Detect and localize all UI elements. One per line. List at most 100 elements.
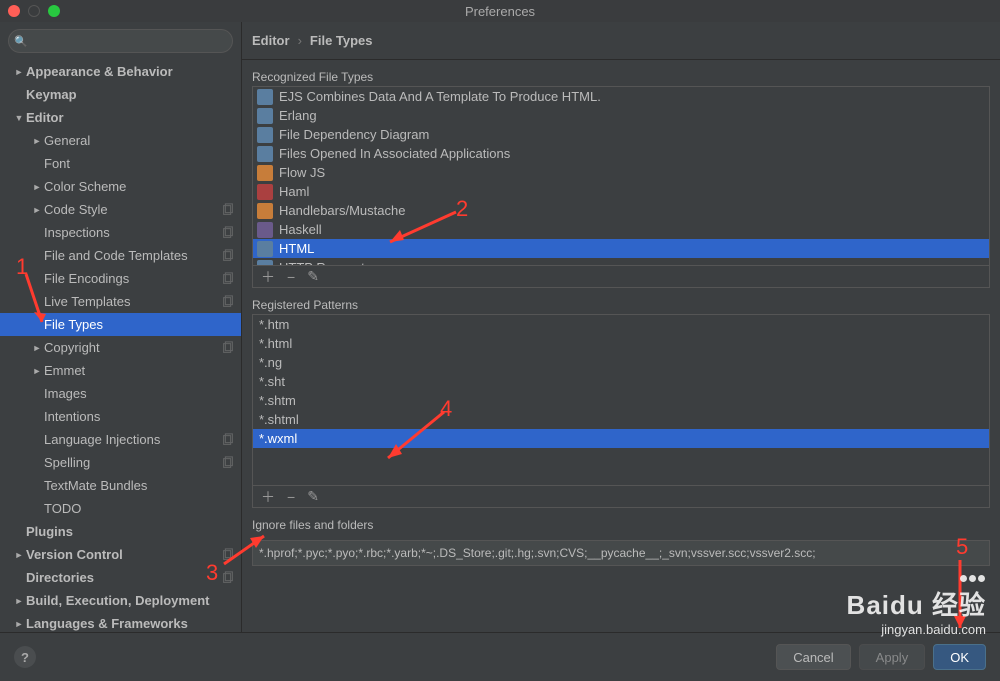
- add-filetype-button[interactable]: ＋: [261, 267, 275, 287]
- edit-filetype-button[interactable]: ✎: [307, 268, 319, 285]
- filetype-row[interactable]: EJS Combines Data And A Template To Prod…: [253, 87, 989, 106]
- sidebar: 🔍 ►Appearance & BehaviorKeymap▼Editor►Ge…: [0, 22, 242, 632]
- filetype-row[interactable]: Handlebars/Mustache: [253, 201, 989, 220]
- filetype-row[interactable]: Flow JS: [253, 163, 989, 182]
- filetype-label: Haml: [279, 184, 309, 199]
- sidebar-item-general[interactable]: ►General: [0, 129, 241, 152]
- sidebar-item-label: Intentions: [44, 409, 235, 424]
- sidebar-item-languages-frameworks[interactable]: ►Languages & Frameworks: [0, 612, 241, 632]
- filetype-row[interactable]: Files Opened In Associated Applications: [253, 144, 989, 163]
- sidebar-item-label: Color Scheme: [44, 179, 235, 194]
- pattern-label: *.shtm: [259, 393, 296, 408]
- pattern-row[interactable]: *.sht: [253, 372, 989, 391]
- filetype-icon: [257, 89, 273, 105]
- project-scope-icon: [221, 456, 235, 470]
- sidebar-item-label: Images: [44, 386, 235, 401]
- sidebar-item-editor[interactable]: ▼Editor: [0, 106, 241, 129]
- sidebar-item-label: File Encodings: [44, 271, 221, 286]
- sidebar-item-emmet[interactable]: ►Emmet: [0, 359, 241, 382]
- patterns-list[interactable]: *.htm *.html *.ng *.sht *.shtm *.shtml *.wxml: [253, 315, 989, 485]
- filetype-icon: [257, 222, 273, 238]
- add-pattern-button[interactable]: ＋: [261, 487, 275, 507]
- sidebar-item-label: Plugins: [26, 524, 235, 539]
- sidebar-item-code-style[interactable]: ►Code Style: [0, 198, 241, 221]
- search-input[interactable]: [8, 29, 233, 53]
- project-scope-icon: [221, 272, 235, 286]
- ok-button[interactable]: OK: [933, 644, 986, 670]
- sidebar-item-spelling[interactable]: Spelling: [0, 451, 241, 474]
- sidebar-item-label: Spelling: [44, 455, 221, 470]
- filetype-row[interactable]: Haml: [253, 182, 989, 201]
- sidebar-item-intentions[interactable]: Intentions: [0, 405, 241, 428]
- sidebar-item-label: Code Style: [44, 202, 221, 217]
- tree-arrow-icon: ►: [12, 67, 26, 77]
- sidebar-item-language-injections[interactable]: Language Injections: [0, 428, 241, 451]
- filetype-icon: [257, 127, 273, 143]
- filetype-icon: [257, 260, 273, 266]
- tree-arrow-icon: ►: [30, 136, 44, 146]
- pattern-label: *.wxml: [259, 431, 297, 446]
- sidebar-item-inspections[interactable]: Inspections: [0, 221, 241, 244]
- cancel-button[interactable]: Cancel: [776, 644, 850, 670]
- ignore-input[interactable]: [252, 540, 990, 566]
- content-pane: Editor › File Types Recognized File Type…: [242, 22, 1000, 632]
- sidebar-item-label: Language Injections: [44, 432, 221, 447]
- pattern-row[interactable]: *.ng: [253, 353, 989, 372]
- sidebar-item-font[interactable]: Font: [0, 152, 241, 175]
- filetype-icon: [257, 203, 273, 219]
- breadcrumb-leaf: File Types: [310, 33, 373, 48]
- sidebar-item-file-types[interactable]: File Types: [0, 313, 241, 336]
- sidebar-item-textmate-bundles[interactable]: TextMate Bundles: [0, 474, 241, 497]
- apply-button[interactable]: Apply: [859, 644, 926, 670]
- sidebar-item-copyright[interactable]: ►Copyright: [0, 336, 241, 359]
- tree-arrow-icon: ►: [30, 343, 44, 353]
- filetype-icon: [257, 108, 273, 124]
- chevron-right-icon: ›: [298, 33, 302, 48]
- pattern-row[interactable]: *.shtml: [253, 410, 989, 429]
- pattern-row[interactable]: *.htm: [253, 315, 989, 334]
- filetype-row[interactable]: HTTP Requests: [253, 258, 989, 265]
- filetype-label: HTML: [279, 241, 314, 256]
- remove-pattern-button[interactable]: −: [287, 489, 295, 505]
- pattern-row[interactable]: *.shtm: [253, 391, 989, 410]
- help-button[interactable]: ?: [14, 646, 36, 668]
- sidebar-item-label: Directories: [26, 570, 221, 585]
- filetype-row[interactable]: Haskell: [253, 220, 989, 239]
- pattern-label: *.ng: [259, 355, 282, 370]
- sidebar-item-build-execution-deployment[interactable]: ►Build, Execution, Deployment: [0, 589, 241, 612]
- recognized-file-types-list[interactable]: EJS Combines Data And A Template To Prod…: [253, 87, 989, 265]
- recognized-file-types-box: EJS Combines Data And A Template To Prod…: [252, 86, 990, 288]
- breadcrumb-root: Editor: [252, 33, 290, 48]
- sidebar-item-keymap[interactable]: Keymap: [0, 83, 241, 106]
- pattern-label: *.sht: [259, 374, 285, 389]
- filetype-label: File Dependency Diagram: [279, 127, 429, 142]
- sidebar-item-live-templates[interactable]: Live Templates: [0, 290, 241, 313]
- sidebar-item-todo[interactable]: TODO: [0, 497, 241, 520]
- pattern-row[interactable]: *.wxml: [253, 429, 989, 448]
- sidebar-item-label: General: [44, 133, 235, 148]
- sidebar-item-appearance-behavior[interactable]: ►Appearance & Behavior: [0, 60, 241, 83]
- sidebar-item-images[interactable]: Images: [0, 382, 241, 405]
- filetype-row[interactable]: File Dependency Diagram: [253, 125, 989, 144]
- sidebar-item-label: File Types: [44, 317, 235, 332]
- patterns-box: *.htm*.html*.ng*.sht*.shtm*.shtml*.wxml …: [252, 314, 990, 508]
- sidebar-item-label: File and Code Templates: [44, 248, 221, 263]
- filetype-row[interactable]: Erlang: [253, 106, 989, 125]
- filetype-row[interactable]: HTML: [253, 239, 989, 258]
- edit-pattern-button[interactable]: ✎: [307, 488, 319, 505]
- sidebar-item-file-and-code-templates[interactable]: File and Code Templates: [0, 244, 241, 267]
- titlebar: Preferences: [0, 0, 1000, 22]
- settings-tree[interactable]: ►Appearance & BehaviorKeymap▼Editor►Gene…: [0, 60, 241, 632]
- remove-filetype-button[interactable]: −: [287, 269, 295, 285]
- sidebar-item-directories[interactable]: Directories: [0, 566, 241, 589]
- sidebar-item-color-scheme[interactable]: ►Color Scheme: [0, 175, 241, 198]
- tree-arrow-icon: ►: [12, 596, 26, 606]
- sidebar-item-label: Build, Execution, Deployment: [26, 593, 235, 608]
- sidebar-item-version-control[interactable]: ►Version Control: [0, 543, 241, 566]
- sidebar-item-plugins[interactable]: Plugins: [0, 520, 241, 543]
- sidebar-item-file-encodings[interactable]: File Encodings: [0, 267, 241, 290]
- pattern-label: *.htm: [259, 317, 289, 332]
- pattern-row[interactable]: *.html: [253, 334, 989, 353]
- dialog-footer: ? Cancel Apply OK: [0, 632, 1000, 681]
- tree-arrow-icon: ►: [30, 366, 44, 376]
